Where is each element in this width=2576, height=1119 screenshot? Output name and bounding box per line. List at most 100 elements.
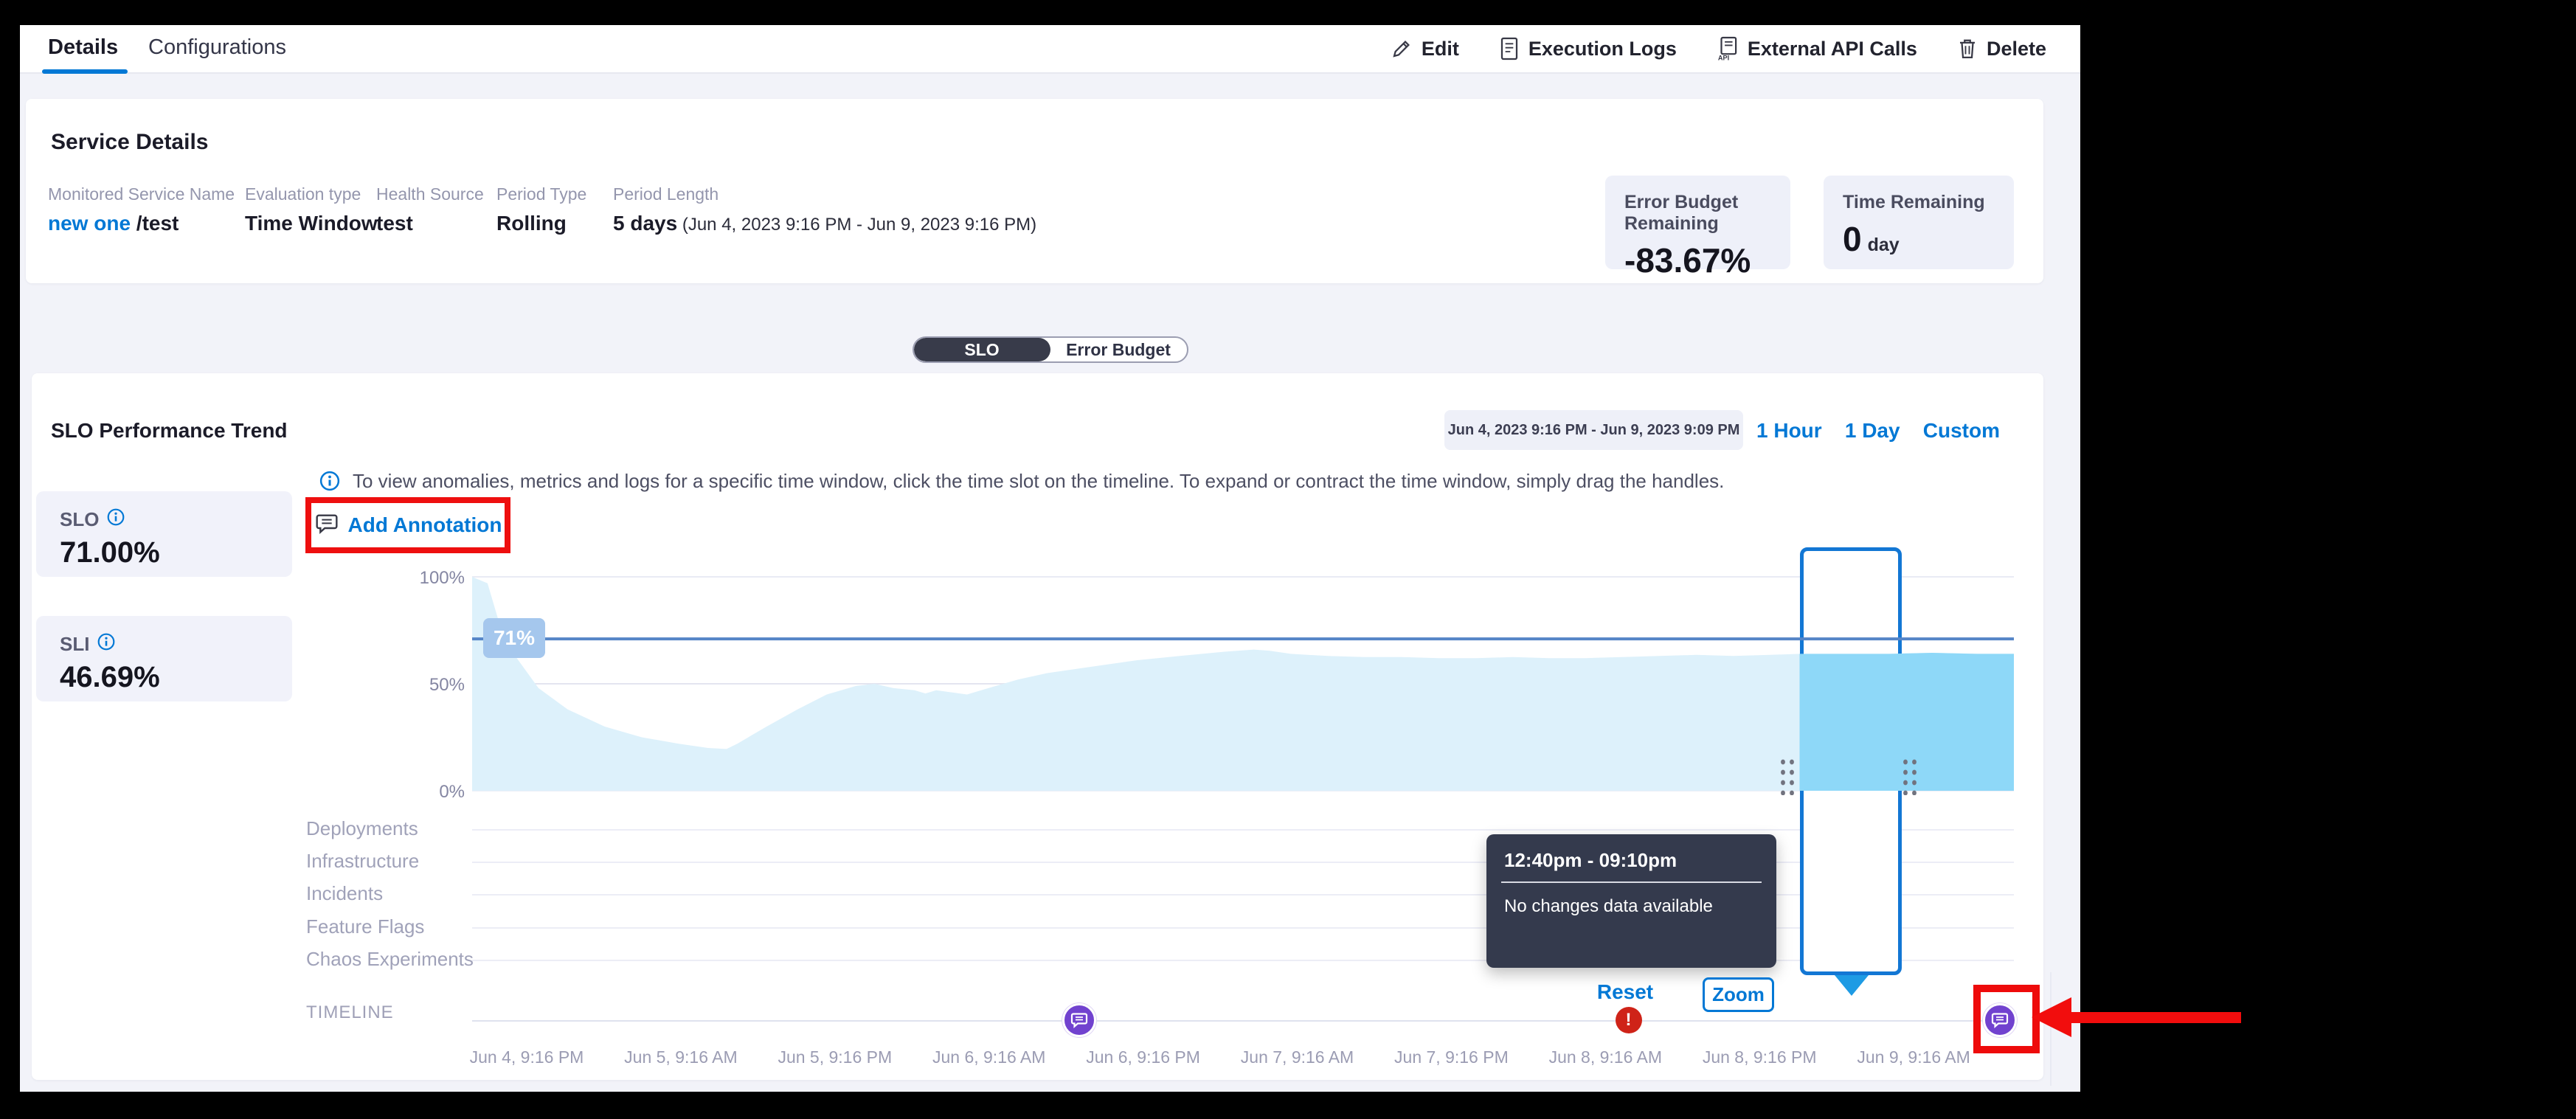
tooltip-message: No changes data available [1504,896,1713,917]
selection-pointer-icon [1835,975,1869,996]
error-budget-remaining-value: -83.67% [1624,240,1771,280]
xtick: Jun 7, 9:16 AM [1224,1047,1371,1067]
sli-info-icon[interactable] [97,632,116,656]
sli-kpi-value: 46.69% [60,661,269,694]
tab-details[interactable]: Details [48,35,118,60]
info-text: To view anomalies, metrics and logs for … [353,470,1724,493]
xtick: Jun 5, 9:16 PM [761,1047,909,1067]
slo-target-badge: 71% [483,618,545,658]
xtick: Jun 8, 9:16 AM [1531,1047,1679,1067]
slo-kpi-value: 71.00% [60,536,269,569]
lane-line [472,862,2014,863]
field-value-text: /test [131,212,179,235]
range-button-custom[interactable]: Custom [1923,419,2000,443]
tab-configurations[interactable]: Configurations [148,35,286,60]
lane-label-deployments: Deployments [306,817,418,840]
sli-kpi-card: SLI 46.69% [36,616,292,701]
reset-button[interactable]: Reset [1588,980,1662,1004]
header-toolbar: Edit Execution Logs API External API Calls D… [1391,25,2046,72]
execution-logs-button[interactable]: Execution Logs [1499,37,1677,60]
date-range-pill[interactable]: Jun 4, 2023 9:16 PM - Jun 9, 2023 9:09 P… [1444,410,1743,450]
service-details-card: Service Details Monitored Service Namene… [26,99,2043,283]
delete-button[interactable]: Delete [1957,38,2046,60]
time-remaining-label: Time Remaining [1843,192,1995,213]
toggle-option-error-budget[interactable]: Error Budget [1050,338,1187,361]
field-label: Monitored Service Name [48,184,235,204]
info-icon[interactable] [319,470,341,496]
screenshot-stage: Details Configurations Edit Execution Log… [0,0,2576,1119]
monitored-service-link[interactable]: new one [48,212,131,235]
xtick: Jun 8, 9:16 PM [1686,1047,1833,1067]
lane-label-incidents: Incidents [306,882,383,905]
sli-kpi-label: SLI [60,633,89,656]
field-value-text: Time Window [245,212,378,235]
xtick: Jun 4, 9:16 PM [453,1047,600,1067]
lane-label-feature-flags: Feature Flags [306,915,424,938]
red-highlight-box [1973,985,2040,1053]
xtick: Jun 7, 9:16 PM [1377,1047,1525,1067]
lane-line [472,927,2014,929]
error-exclamation-icon[interactable]: ! [1616,1007,1642,1033]
time-remaining-unit: day [1868,235,1900,255]
field-value-detail: (Jun 4, 2023 9:16 PM - Jun 9, 2023 9:16 … [677,215,1036,235]
field-value: 5 days (Jun 4, 2023 9:16 PM - Jun 9, 202… [613,212,1036,235]
range-button-1-day[interactable]: 1 Day [1845,419,1900,443]
trend-title: SLO Performance Trend [51,419,288,443]
time-remaining-number: 0 [1843,220,1862,258]
selection-window[interactable] [1800,547,1902,975]
external-api-calls-button[interactable]: API External API Calls [1717,36,1917,61]
field-value: test [376,212,484,235]
slo-errorbudget-toggle: SLO Error Budget [913,336,1188,363]
red-arrow-head-icon [2032,997,2071,1037]
page-header: Details Configurations Edit Execution Log… [20,25,2080,74]
red-arrow-shaft [2070,1012,2241,1023]
zoom-button[interactable]: Zoom [1703,977,1774,1012]
xtick: Jun 6, 9:16 PM [1070,1047,1217,1067]
trash-icon [1957,38,1978,60]
slo-info-icon[interactable] [106,507,125,532]
ytick-100: 100% [398,568,465,589]
annotation-bubble-icon [314,512,339,539]
range-button-1-hour[interactable]: 1 Hour [1756,419,1822,443]
time-remaining-box: Time Remaining 0 day [1824,176,2014,269]
tooltip-time-range: 12:40pm - 09:10pm [1504,849,1677,872]
ytick-50: 50% [398,675,465,696]
field-label: Period Type [496,184,586,204]
active-tab-underline [42,69,128,74]
selection-right-drag-handle-icon[interactable] [1900,755,1917,795]
tooltip-divider [1501,881,1762,883]
field-value-text: 5 days [613,212,677,235]
error-budget-remaining-box: Error Budget Remaining -83.67% [1605,176,1790,269]
xtick: Jun 5, 9:16 AM [607,1047,755,1067]
annotation-bubble-icon[interactable] [1062,1003,1096,1037]
pencil-icon [1391,38,1413,60]
time-remaining-value: 0 day [1843,219,1995,259]
toggle-option-slo[interactable]: SLO [914,338,1050,361]
document-api-icon: API [1717,36,1739,61]
add-annotation-label: Add Annotation [348,513,502,537]
field-label: Period Length [613,184,1036,204]
service-field-period-length: Period Length 5 days (Jun 4, 2023 9:16 PM… [613,184,1036,235]
field-label: Evaluation type [245,184,378,204]
selection-left-drag-handle-icon[interactable] [1777,755,1794,795]
slo-performance-trend-card: SLO Performance Trend Jun 4, 2023 9:16 P… [32,373,2043,1080]
service-field-monitored-service-name: Monitored Service Name new one /test [48,184,235,235]
svg-text:API: API [1718,55,1729,61]
xtick: Jun 6, 9:16 AM [915,1047,1063,1067]
toolbar-button-label: Edit [1422,38,1459,60]
document-icon [1499,37,1520,60]
slo-kpi-card: SLO 71.00% [36,491,292,577]
lane-line [472,829,2014,831]
lane-line [472,960,2014,961]
lane-label-chaos-experiments: Chaos Experiments [306,948,474,971]
toolbar-button-label: Execution Logs [1528,38,1677,60]
toolbar-button-label: External API Calls [1748,38,1917,60]
service-field-period-type: Period TypeRolling [496,184,586,235]
error-budget-remaining-label: Error Budget Remaining [1624,192,1771,235]
service-field-evaluation-type: Evaluation type Time Window [245,184,378,235]
changes-tooltip: 12:40pm - 09:10pm No changes data availa… [1486,834,1776,968]
edit-button[interactable]: Edit [1391,38,1459,60]
lane-label-infrastructure: Infrastructure [306,850,419,873]
field-label: Health Source [376,184,484,204]
lane-line [472,894,2014,895]
